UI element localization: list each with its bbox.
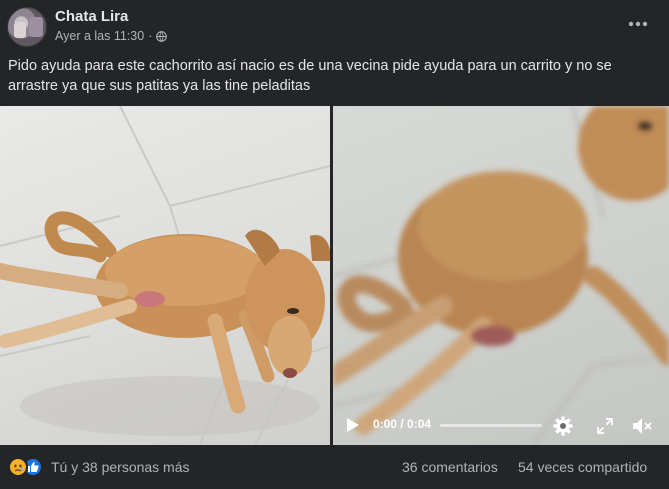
post-card: Chata Lira Ayer a las 11:30 · Pido ayuda… <box>0 0 669 489</box>
meta-separator: · <box>148 29 153 43</box>
author-name[interactable]: Chata Lira <box>55 8 128 25</box>
avatar[interactable] <box>7 7 47 47</box>
comments-count-link[interactable]: 36 comentarios <box>402 459 498 475</box>
more-options-button[interactable] <box>620 10 656 38</box>
video-frame <box>333 106 669 445</box>
avatar-image-part <box>14 22 26 38</box>
post-caption: Pido ayuda para este cachorrito así naci… <box>8 58 612 94</box>
play-icon <box>347 418 359 432</box>
play-button[interactable] <box>341 415 365 435</box>
fullscreen-icon <box>597 418 613 434</box>
volume-muted-icon <box>633 418 652 434</box>
more-horizontal-icon <box>628 21 648 27</box>
avatar-image-part <box>29 17 43 37</box>
video-controls: 0:00 / 0:04 <box>333 405 669 445</box>
globe-icon <box>156 30 168 42</box>
fullscreen-button[interactable] <box>593 414 617 438</box>
thumbs-up-icon <box>28 462 39 472</box>
sad-face-icon <box>10 459 26 475</box>
video-time: 0:00 / 0:04 <box>373 417 432 431</box>
video-progress-bar[interactable] <box>440 424 542 427</box>
post-header: Chata Lira Ayer a las 11:30 · <box>0 0 669 52</box>
puppy-photo-image <box>0 106 330 445</box>
reactions-summary[interactable]: Tú y 38 personas más <box>8 457 190 477</box>
settings-icon <box>553 416 573 436</box>
volume-button[interactable] <box>629 414 657 438</box>
puppy-video-frame-image <box>333 106 669 445</box>
video-player[interactable]: 0:00 / 0:04 <box>333 106 669 445</box>
post-media: 0:00 / 0:04 <box>0 106 669 445</box>
settings-button[interactable] <box>551 414 575 438</box>
post-meta: Ayer a las 11:30 · <box>55 29 168 43</box>
post-photo[interactable] <box>0 106 330 445</box>
sad-reaction-icon <box>8 457 28 477</box>
reactions-text: Tú y 38 personas más <box>51 459 190 475</box>
timestamp[interactable]: Ayer a las 11:30 <box>55 29 144 43</box>
shares-count-link[interactable]: 54 veces compartido <box>518 459 647 475</box>
post-footer: Tú y 38 personas más 36 comentarios 54 v… <box>0 445 669 489</box>
